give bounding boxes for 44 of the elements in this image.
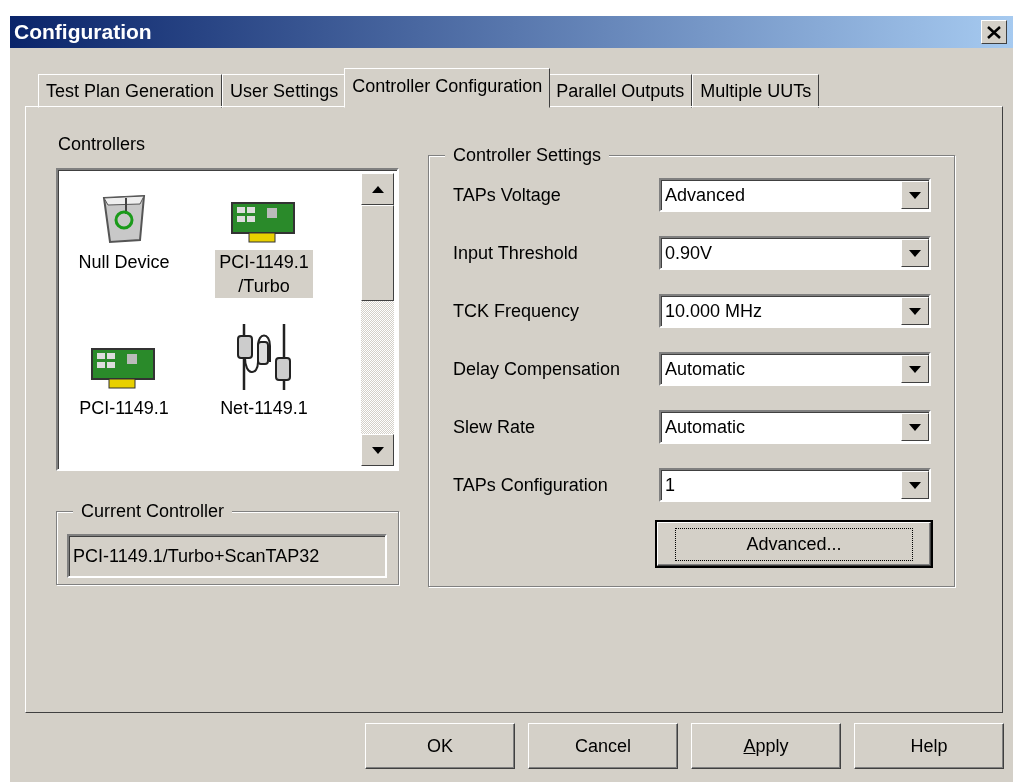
circuit-board-icon <box>231 202 297 244</box>
dropdown[interactable]: 0.90V <box>659 236 931 270</box>
setting-label: TAPs Voltage <box>453 183 562 207</box>
dropdown-value: Automatic <box>665 415 746 439</box>
setting-label: TAPs Configuration <box>453 473 609 497</box>
tab[interactable]: Multiple UUTs <box>692 74 820 108</box>
dropdown[interactable]: Advanced <box>659 178 931 212</box>
dropdown[interactable]: Automatic <box>659 410 931 444</box>
scroll-up-icon[interactable] <box>361 173 394 205</box>
controller-item[interactable]: Net-1149.1 <box>216 396 312 420</box>
setting-label: TCK Frequency <box>453 299 581 323</box>
scrollbar[interactable] <box>361 173 394 466</box>
tab[interactable]: Controller Configuration <box>344 68 551 108</box>
circuit-board-icon <box>91 348 157 390</box>
dropdown-value: Automatic <box>665 357 746 381</box>
dropdown[interactable]: 1 <box>659 468 931 502</box>
tab[interactable]: User Settings <box>222 74 347 108</box>
controller-item[interactable]: PCI-1149.1 <box>75 396 173 420</box>
window-title: Configuration <box>14 19 152 46</box>
dropdown-value: 1 <box>665 473 675 497</box>
dialog-button[interactable]: OK <box>365 723 515 769</box>
dropdown-value: 10.000 MHz <box>665 299 763 323</box>
setting-label: Slew Rate <box>453 415 537 439</box>
dialog-button[interactable]: Cancel <box>528 723 678 769</box>
setting-label: Delay Compensation <box>453 357 622 381</box>
dropdown-value: Advanced <box>665 183 746 207</box>
dialog-button[interactable]: Help <box>854 723 1004 769</box>
dropdown[interactable]: Automatic <box>659 352 931 386</box>
dialog-button[interactable]: Apply <box>691 723 841 769</box>
current-controller-field: PCI-1149.1/Turbo+ScanTAP32 <box>67 534 387 578</box>
close-icon[interactable] <box>981 20 1007 44</box>
advanced-button[interactable]: Advanced... <box>657 522 931 566</box>
controllers-label: Controllers <box>58 133 147 156</box>
cable-connector-icon <box>236 324 292 390</box>
scroll-down-icon[interactable] <box>361 434 394 466</box>
recycle-bin-icon <box>100 192 148 244</box>
dropdown[interactable]: 10.000 MHz <box>659 294 931 328</box>
controller-item[interactable]: PCI-1149.1 /Turbo <box>215 250 313 298</box>
tab[interactable]: Parallel Outputs <box>548 74 693 108</box>
controller-item[interactable]: Null Device <box>74 250 174 274</box>
setting-label: Input Threshold <box>453 241 579 265</box>
scroll-thumb[interactable] <box>361 205 394 301</box>
dropdown-value: 0.90V <box>665 241 713 265</box>
tab[interactable]: Test Plan Generation <box>38 74 223 108</box>
